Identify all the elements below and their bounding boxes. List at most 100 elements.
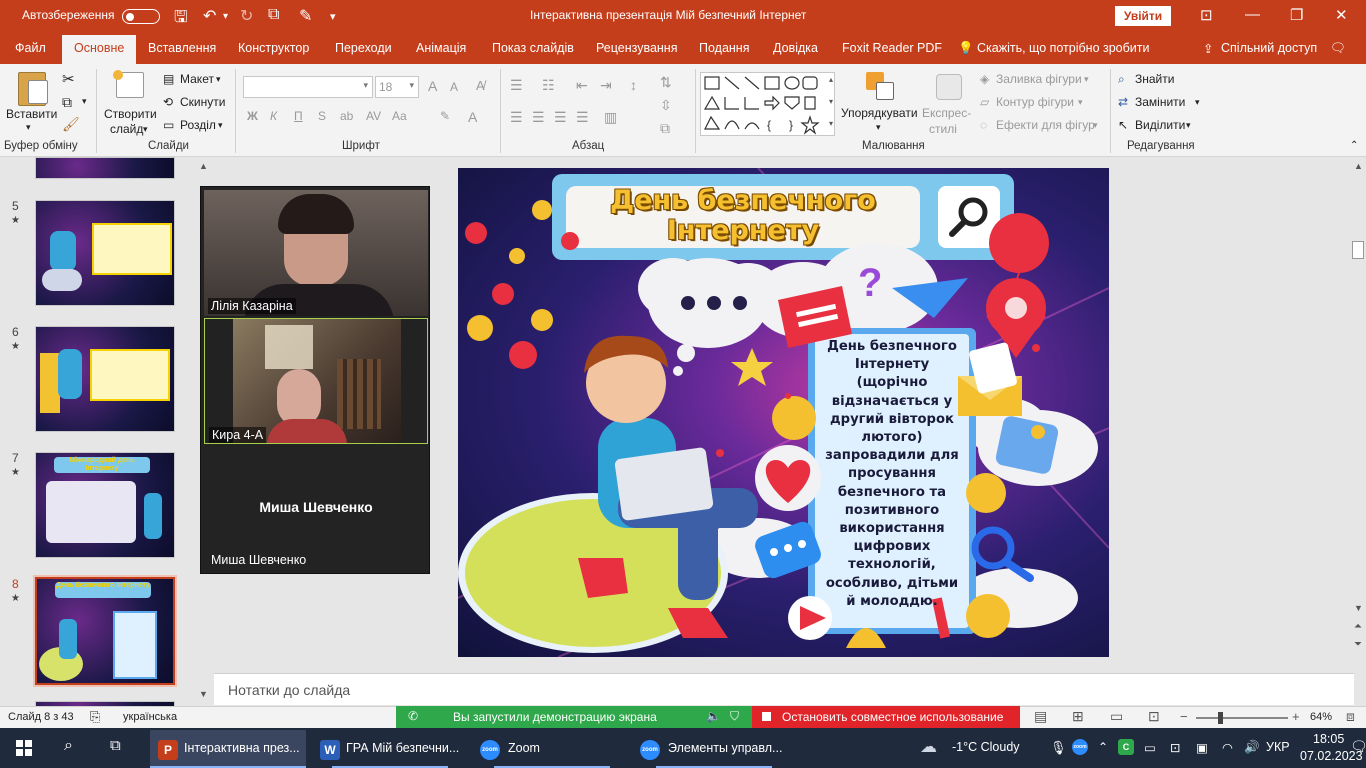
reset-icon[interactable]: ⟲ xyxy=(163,95,173,109)
paste-button[interactable]: Вставити xyxy=(6,107,57,121)
present-icon[interactable]: ⧉ xyxy=(268,6,279,24)
stop-share-button[interactable]: Остановить совместное использование xyxy=(752,706,1020,728)
undo-dropdown-icon[interactable]: ▾ xyxy=(223,11,228,22)
video-tile-3[interactable]: Миша Шевченко Миша Шевченко xyxy=(204,446,428,572)
tell-me-search[interactable]: Скажіть, що потрібно зробити xyxy=(977,41,1150,55)
tray-chevron-icon[interactable]: ⌃ xyxy=(1098,740,1108,754)
share-button[interactable]: Спільний доступ xyxy=(1221,41,1317,55)
tray-device-icon[interactable]: ▭ xyxy=(1144,740,1156,755)
shape-effects-dropdown-icon[interactable]: ▾ xyxy=(1093,120,1098,131)
layout-dropdown-icon[interactable]: ▾ xyxy=(216,74,221,85)
notifications-icon[interactable]: 🗨 xyxy=(1350,738,1366,755)
select-dropdown-icon[interactable]: ▾ xyxy=(1186,120,1191,131)
taskbar-item-zoom[interactable]: zoom Zoom xyxy=(474,730,630,768)
shape-outline-dropdown-icon[interactable]: ▾ xyxy=(1078,97,1083,108)
font-color-icon[interactable]: A xyxy=(468,109,477,125)
gallery-more-icon[interactable]: ▾ xyxy=(829,119,833,128)
tray-zoom-icon[interactable]: zoom xyxy=(1072,739,1088,755)
shape-effects-button[interactable]: Ефекти для фігур xyxy=(996,118,1095,132)
shape-fill-dropdown-icon[interactable]: ▾ xyxy=(1084,74,1089,85)
find-icon[interactable]: ⌕ xyxy=(1118,72,1125,87)
select-icon[interactable]: ↖ xyxy=(1118,118,1128,132)
clock-time[interactable]: 18:05 xyxy=(1313,732,1344,746)
close-icon[interactable]: ✕ xyxy=(1335,6,1348,24)
find-button[interactable]: Знайти xyxy=(1135,72,1174,86)
scroll-up-icon[interactable]: ▲ xyxy=(199,161,208,171)
quick-styles-label-2[interactable]: стилі xyxy=(929,122,957,136)
normal-view-icon[interactable]: ▤ xyxy=(1034,708,1047,725)
font-name-dropdown-icon[interactable]: ▾ xyxy=(363,80,368,91)
columns-icon[interactable]: ▥ xyxy=(604,109,617,126)
increase-indent-icon[interactable]: ⇥ xyxy=(600,77,612,94)
copy-dropdown-icon[interactable]: ▾ xyxy=(82,96,87,107)
next-slide-icon[interactable]: ⏷ xyxy=(1354,639,1362,650)
slide-title[interactable]: День безпечного Інтернету xyxy=(566,186,920,246)
slideshow-view-icon[interactable]: ⊡ xyxy=(1148,708,1160,725)
new-slide-dropdown-icon[interactable]: ▾ xyxy=(143,124,148,135)
tray-app-icon[interactable]: C xyxy=(1118,739,1134,755)
font-size-field[interactable]: 18 ▾ xyxy=(375,76,419,98)
ribbon-display-icon[interactable]: ⊡ xyxy=(1200,6,1213,24)
slide-scroll-up-icon[interactable]: ▲ xyxy=(1354,161,1363,171)
undo-icon[interactable]: ↶ xyxy=(203,6,216,26)
shape-fill-button[interactable]: Заливка фігури xyxy=(996,72,1082,86)
spellcheck-icon[interactable]: ⎘ xyxy=(90,709,100,725)
copy-icon[interactable]: ⧉ xyxy=(62,94,72,111)
smartart-icon[interactable]: ⧉ xyxy=(660,120,670,137)
text-direction-icon[interactable]: ⇅ xyxy=(660,74,672,91)
font-size-dropdown-icon[interactable]: ▾ xyxy=(409,80,414,91)
tray-display-icon[interactable]: ▣ xyxy=(1196,740,1208,755)
reading-view-icon[interactable]: ▭ xyxy=(1110,708,1123,725)
replace-button[interactable]: Замінити xyxy=(1135,95,1185,109)
highlight-icon[interactable]: ✎ xyxy=(440,109,450,123)
tab-insert[interactable]: Вставлення xyxy=(148,41,216,55)
notes-pane[interactable]: Нотатки до слайда xyxy=(214,673,1354,705)
slide-body-textbox[interactable]: День безпечного Інтернету (щорічно відзн… xyxy=(815,338,969,611)
zoom-slider-track[interactable] xyxy=(1196,717,1288,719)
tab-home[interactable]: Основне xyxy=(62,35,137,64)
sign-in-button[interactable]: Увійти xyxy=(1115,6,1171,26)
slide-thumbnail-4[interactable] xyxy=(35,157,175,179)
taskbar-item-word[interactable]: W ГРА Мій безпечни... xyxy=(312,730,468,768)
format-painter-qat-icon[interactable]: ✎ xyxy=(299,6,312,26)
new-slide-label-2[interactable]: слайд xyxy=(110,122,143,136)
task-view-icon[interactable]: ⧉ xyxy=(110,737,121,754)
minimize-icon[interactable]: — xyxy=(1245,6,1260,23)
decrease-indent-icon[interactable]: ⇤ xyxy=(576,77,588,94)
scroll-down-icon[interactable]: ▼ xyxy=(199,689,208,699)
reset-button[interactable]: Скинути xyxy=(180,95,225,109)
change-case-icon[interactable]: Aa xyxy=(392,109,407,123)
new-slide-label-1[interactable]: Створити xyxy=(104,107,157,121)
keyboard-language[interactable]: УКР xyxy=(1266,740,1290,754)
gallery-down-icon[interactable]: ▾ xyxy=(829,97,833,106)
slide-scrollbar[interactable]: ▲ ▼ ⏶ ⏷ xyxy=(1350,157,1366,673)
zoom-level[interactable]: 64% xyxy=(1310,711,1332,723)
windows-start-icon[interactable] xyxy=(16,740,32,756)
shapes-gallery[interactable]: {} ▴ ▾ ▾ xyxy=(700,72,835,136)
gallery-up-icon[interactable]: ▴ xyxy=(829,75,833,84)
align-center-icon[interactable]: ☰ xyxy=(532,109,545,126)
paste-dropdown-icon[interactable]: ▾ xyxy=(26,122,31,133)
spacing-icon[interactable]: AV xyxy=(366,109,381,123)
line-spacing-icon[interactable]: ↕ xyxy=(630,77,637,93)
slide-thumbnail-7[interactable]: Міжнародний день Інтернету xyxy=(35,452,175,558)
fit-slide-icon[interactable]: ⧈ xyxy=(1346,708,1355,725)
numbering-icon[interactable]: ☷ xyxy=(542,77,555,94)
zoom-in-icon[interactable]: + xyxy=(1292,709,1300,724)
microphone-icon[interactable]: 🎙 xyxy=(1050,740,1067,756)
security-shield-icon[interactable]: ⛉ xyxy=(730,709,739,724)
tab-transitions[interactable]: Переходи xyxy=(335,41,392,55)
italic-button[interactable]: К xyxy=(270,109,277,123)
save-icon[interactable]: 🖫 xyxy=(174,6,188,33)
layout-button[interactable]: Макет xyxy=(180,72,214,86)
slide-sorter-icon[interactable]: ⊞ xyxy=(1072,708,1084,725)
zoom-out-icon[interactable]: − xyxy=(1180,709,1188,724)
replace-icon[interactable]: ⇄ xyxy=(1118,95,1128,109)
section-icon[interactable]: ▭ xyxy=(163,118,174,132)
font-name-field[interactable]: ▾ xyxy=(243,76,373,98)
audio-icon[interactable]: 🔈 xyxy=(706,709,721,723)
shape-fill-icon[interactable]: ◈ xyxy=(980,72,989,86)
autosave-toggle[interactable] xyxy=(122,9,160,24)
cut-icon[interactable]: ✂ xyxy=(62,70,75,88)
taskbar-item-zoom-controls[interactable]: zoom Элементы управл... xyxy=(636,730,792,768)
